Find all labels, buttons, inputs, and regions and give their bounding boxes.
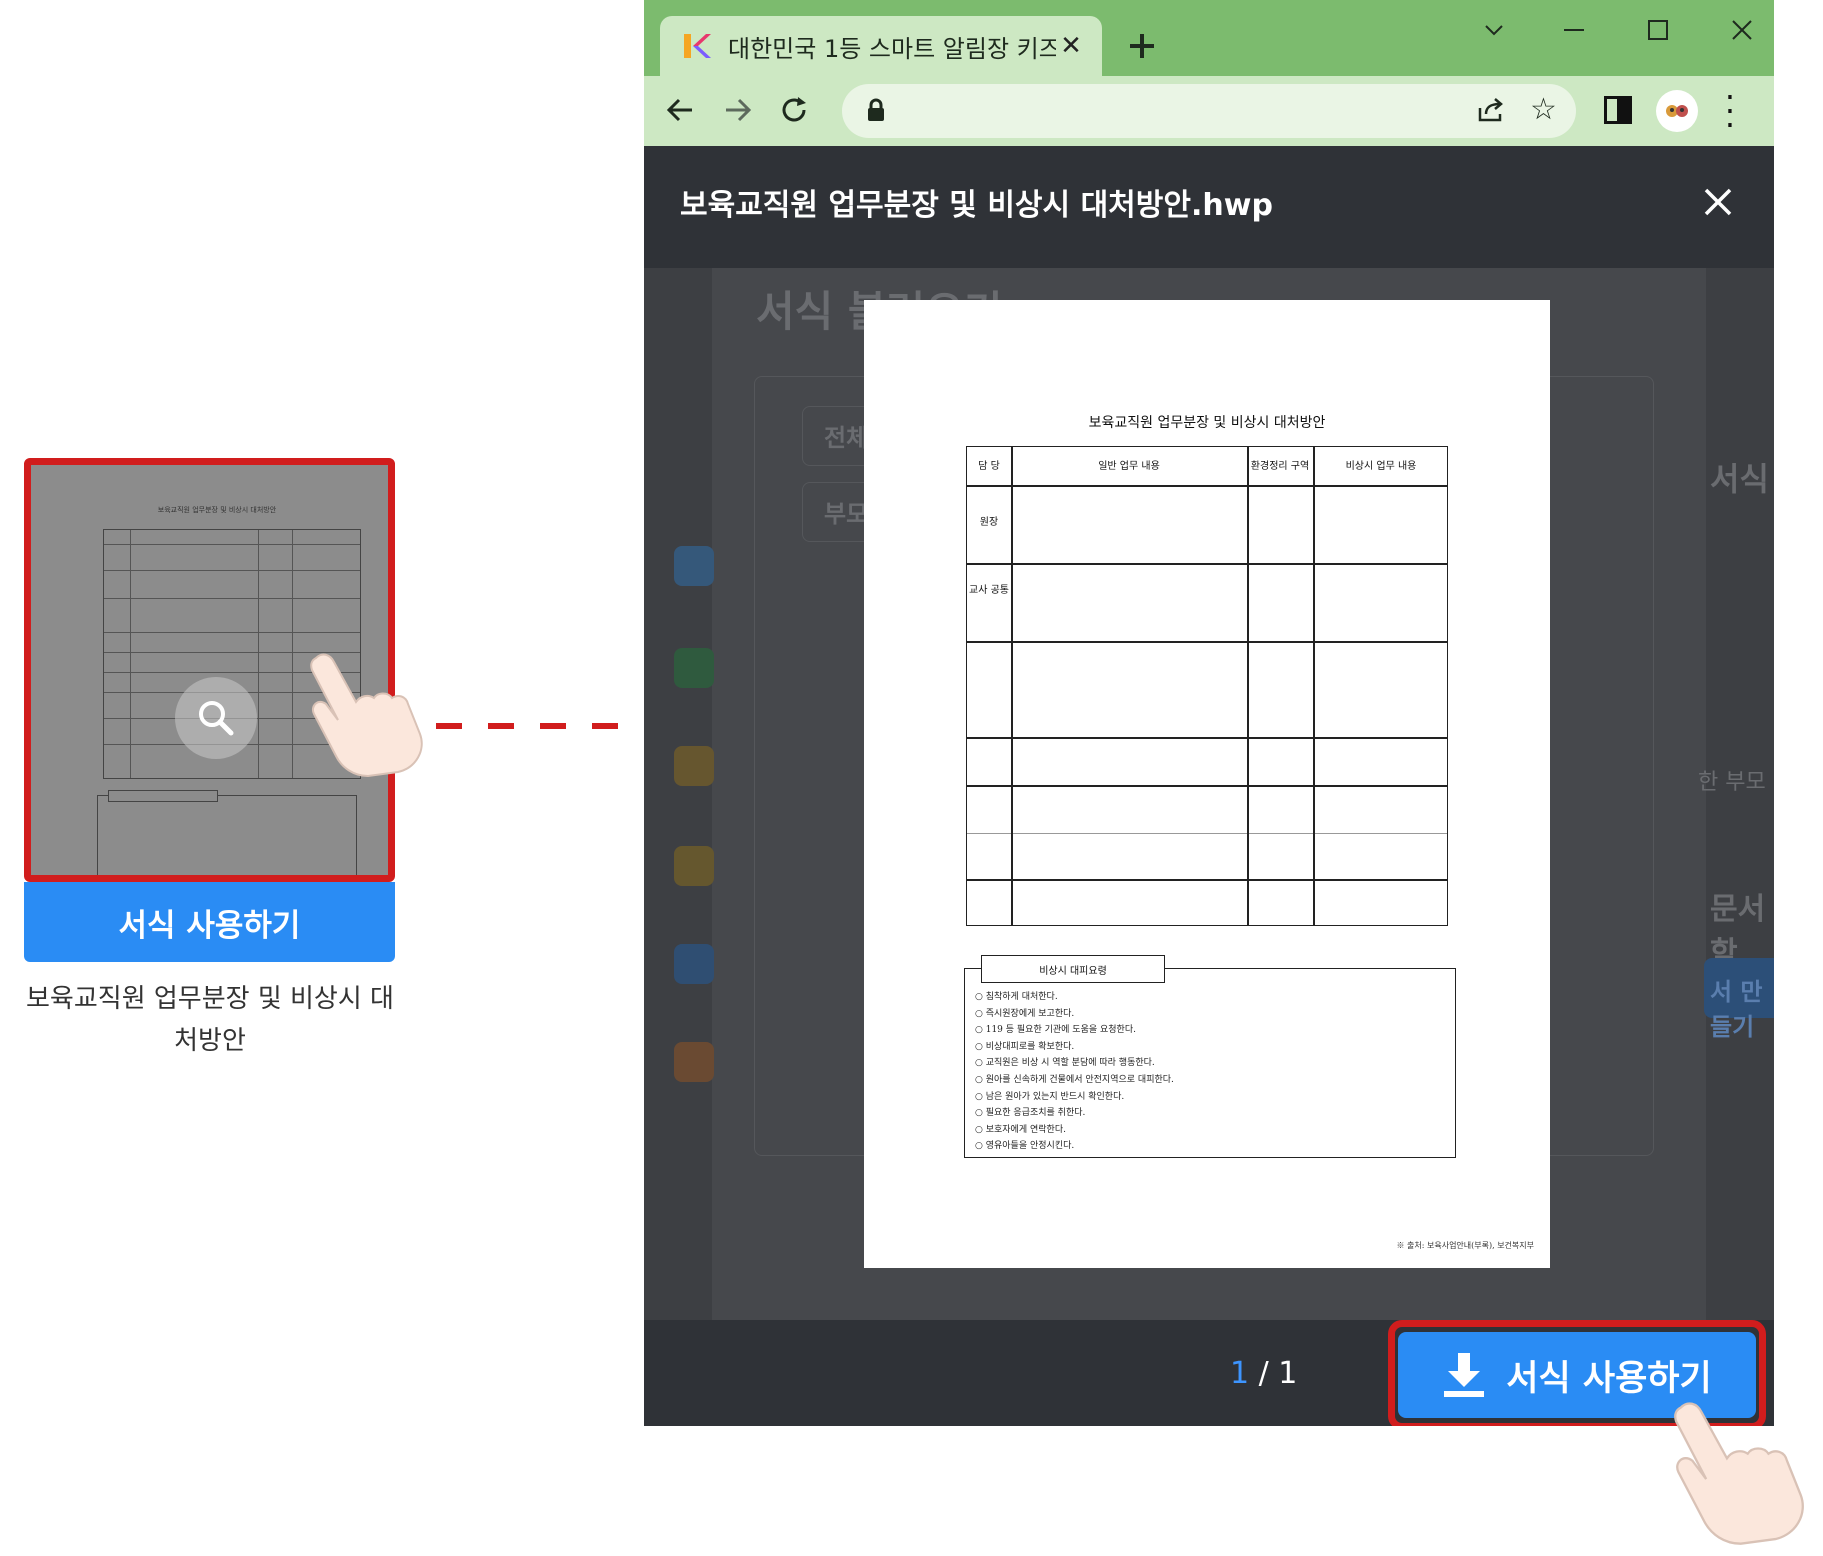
kizmom-favicon-icon bbox=[682, 31, 712, 61]
browser-window: 대한민국 1등 스마트 알림장 키즈 ✕ ☆ · · · 서식 전체 부모 서식… bbox=[644, 0, 1774, 1426]
document-title: 보육교직원 업무분장 및 비상시 대처방안 bbox=[1088, 415, 1326, 431]
document-preview-page: 보육교직원 업무분장 및 비상시 대처방안 담 당 일반 업무 내용 환경정리 … bbox=[864, 300, 1550, 1268]
browser-menu-icon[interactable]: · · · bbox=[1720, 81, 1740, 141]
tab-title: 대한민국 1등 스마트 알림장 키즈 bbox=[728, 34, 1056, 63]
window-close-icon[interactable] bbox=[1720, 12, 1764, 48]
table-header-general-duty: 일반 업무 내용 bbox=[1098, 460, 1160, 472]
background-filter-parent-label: 부모 bbox=[824, 500, 869, 528]
background-icon-person bbox=[674, 846, 714, 886]
table-header-charge: 담 당 bbox=[978, 460, 1000, 472]
side-panel-icon[interactable] bbox=[1604, 96, 1632, 124]
list-item: ○ 남은 원아가 있는지 반드시 확인한다. bbox=[975, 1091, 1125, 1102]
download-icon bbox=[1444, 1353, 1485, 1397]
tab-search-chevron-icon[interactable] bbox=[1472, 12, 1516, 48]
row-label-teachers: 교사 공통 bbox=[969, 585, 1009, 596]
browser-tab-kizmom[interactable]: 대한민국 1등 스마트 알림장 키즈 ✕ bbox=[660, 16, 1102, 76]
preview-modal-header: 보육교직원 업무분장 및 비상시 대처방안.hwp bbox=[644, 146, 1774, 268]
forward-arrow-icon[interactable] bbox=[716, 88, 760, 132]
share-icon[interactable] bbox=[1474, 94, 1506, 126]
list-item: ○ 비상대피로를 확보한다. bbox=[975, 1041, 1075, 1052]
list-item: ○ 119 등 필요한 기관에 도움을 요청한다. bbox=[975, 1025, 1136, 1036]
document-duty-table: 담 당 일반 업무 내용 환경정리 구역 비상시 업무 내용 원장 교사 공통 bbox=[966, 446, 1448, 926]
background-icon-chart bbox=[674, 746, 714, 786]
background-icon-group bbox=[674, 1042, 714, 1082]
background-filter-all-label: 전체 bbox=[824, 424, 869, 452]
card-caption: 보육교직원 업무분장 및 비상시 대처방안 bbox=[26, 984, 394, 1056]
bookmark-star-icon[interactable]: ☆ bbox=[1530, 92, 1557, 127]
document-source: ※ 출처: 보육사업안내(부록), 보건복지부 bbox=[1396, 1241, 1534, 1250]
background-icon-green bbox=[674, 648, 714, 688]
card-use-template-button[interactable]: 서식 사용하기 bbox=[24, 882, 395, 962]
modal-title: 보육교직원 업무분장 및 비상시 대처방안.hwp bbox=[680, 188, 1273, 223]
browser-toolbar: ☆ · · · bbox=[644, 76, 1774, 146]
list-item: ○ 교직원은 비상 시 역할 분담에 따라 행동한다. bbox=[975, 1058, 1155, 1069]
background-side-label-2: 한 부모 bbox=[1698, 770, 1766, 795]
preview-modal-footer: 1 / 1 서식 사용하기 bbox=[644, 1320, 1774, 1426]
page-separator: / bbox=[1249, 1356, 1279, 1391]
close-icon bbox=[1704, 188, 1732, 216]
emergency-guide-list: ○ 침착하게 대처한다. ○ 즉시원장에게 보고한다. ○ 119 등 필요한 … bbox=[975, 989, 1174, 1155]
modal-close-button[interactable] bbox=[1692, 176, 1744, 228]
table-header-emergency-duty: 비상시 업무 내용 bbox=[1345, 460, 1417, 472]
modal-use-template-label: 서식 사용하기 bbox=[1506, 1358, 1712, 1399]
page-total: 1 bbox=[1278, 1356, 1298, 1391]
page-indicator: 1 / 1 bbox=[1230, 1356, 1297, 1391]
background-side-button-label: 서 만들기 bbox=[1710, 978, 1763, 1041]
background-side-label-1: 서식 bbox=[1710, 460, 1769, 498]
table-header-cleanup-area: 환경정리 구역 bbox=[1250, 460, 1310, 472]
address-bar[interactable]: ☆ bbox=[842, 84, 1576, 138]
tab-bar: 대한민국 1등 스마트 알림장 키즈 ✕ bbox=[644, 0, 1774, 76]
minimize-icon[interactable] bbox=[1552, 12, 1596, 48]
list-item: ○ 침착하게 대처한다. bbox=[975, 992, 1058, 1002]
search-icon bbox=[199, 701, 234, 736]
thumbnail-title: 보육교직원 업무분장 및 비상시 대처방안 bbox=[157, 506, 277, 514]
row-label-director: 원장 bbox=[979, 517, 999, 528]
emergency-guide-box: 비상시 대피요령 ○ 침착하게 대처한다. ○ 즉시원장에게 보고한다. ○ 1… bbox=[964, 955, 1456, 1158]
background-icon-cloud bbox=[674, 546, 714, 586]
back-arrow-icon[interactable] bbox=[658, 88, 702, 132]
list-item: ○ 보호자에게 연락한다. bbox=[975, 1124, 1066, 1135]
list-item: ○ 즉시원장에게 보고한다. bbox=[975, 1008, 1075, 1019]
hand-pointer-icon bbox=[310, 653, 423, 778]
zoom-preview-button[interactable] bbox=[175, 677, 257, 759]
maximize-icon[interactable] bbox=[1636, 12, 1680, 48]
lock-icon bbox=[868, 98, 884, 121]
background-icon-card bbox=[674, 944, 714, 984]
hand-pointer-icon bbox=[1674, 1402, 1804, 1545]
tab-close-icon[interactable]: ✕ bbox=[1056, 31, 1086, 61]
emergency-guide-title: 비상시 대피요령 bbox=[981, 955, 1165, 983]
new-tab-button[interactable] bbox=[1122, 26, 1162, 66]
tutorial-stage: 보육교직원 업무분장 및 비상시 대처방안 서식 사용하기 보육교직원 업무분장… bbox=[0, 0, 1823, 1556]
profile-avatar[interactable] bbox=[1656, 90, 1698, 132]
page-current: 1 bbox=[1230, 1356, 1250, 1391]
reload-icon[interactable] bbox=[772, 88, 816, 132]
list-item: ○ 원아를 신속하게 건물에서 안전지역으로 대피한다. bbox=[975, 1074, 1174, 1085]
thumbnail-emergency-box bbox=[97, 790, 357, 875]
list-item: ○ 필요한 응급조치를 취한다. bbox=[975, 1108, 1086, 1119]
list-item: ○ 영유아들을 안정시킨다. bbox=[975, 1141, 1075, 1152]
plus-icon bbox=[1130, 34, 1154, 58]
